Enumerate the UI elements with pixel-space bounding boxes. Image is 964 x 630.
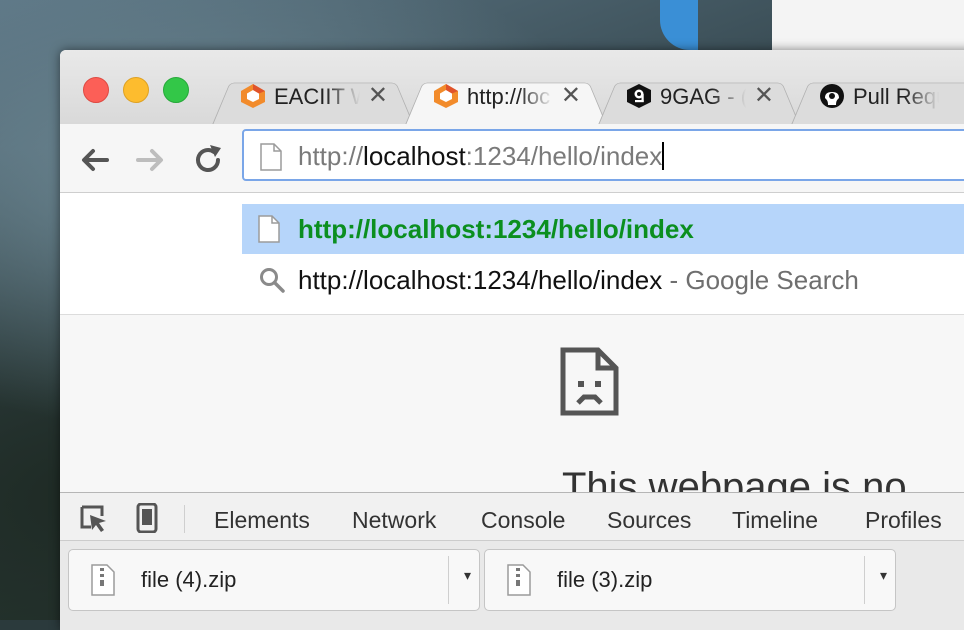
tab-9gag[interactable]: 9GAG - ( ✕ xyxy=(598,72,800,125)
url-host: localhost xyxy=(363,141,466,171)
inspect-element-icon[interactable] xyxy=(78,503,108,533)
sad-page-icon xyxy=(560,347,619,416)
download-item[interactable]: file (3).zip ▾ xyxy=(484,549,896,611)
eaciit-logo-icon xyxy=(434,84,458,108)
devtools-tab-profiles[interactable]: Profiles xyxy=(865,507,942,534)
chevron-down-icon[interactable]: ▾ xyxy=(464,567,471,584)
download-filename: file (4).zip xyxy=(141,567,237,592)
page-content: This webpage is no xyxy=(60,315,964,492)
tab-localhost[interactable]: http://loc ✕ xyxy=(405,72,607,125)
forward-arrow-icon[interactable] xyxy=(132,142,168,178)
devtools-tab-console[interactable]: Console xyxy=(481,507,565,534)
zip-file-icon xyxy=(507,564,531,596)
download-divider xyxy=(448,556,449,604)
zip-file-icon xyxy=(91,564,115,596)
reload-icon[interactable] xyxy=(190,142,226,178)
eaciit-logo-icon xyxy=(241,84,265,108)
tab-pull-requests[interactable]: Pull Requ xyxy=(791,72,964,125)
download-divider xyxy=(864,556,865,604)
back-arrow-icon[interactable] xyxy=(77,142,113,178)
search-icon xyxy=(260,268,285,293)
devtools-divider xyxy=(184,505,185,533)
text-caret xyxy=(662,142,665,170)
chevron-down-icon[interactable]: ▾ xyxy=(880,567,887,584)
tab-close-icon[interactable]: ✕ xyxy=(368,81,388,110)
suggestion-text: http://localhost:1234/hello/index xyxy=(298,214,694,244)
tab-close-icon[interactable]: ✕ xyxy=(561,81,581,110)
github-icon xyxy=(820,84,844,108)
downloads-shelf: file (4).zip ▾ file (3).zip ▾ xyxy=(60,540,964,630)
tab-eaciit[interactable]: EACIIT W ✕ xyxy=(212,72,414,125)
browser-window: EACIIT W ✕ http://loc ✕ 9GAG - xyxy=(60,50,964,630)
9gag-logo-icon xyxy=(627,84,651,108)
window-minimize-button[interactable] xyxy=(123,77,149,103)
tab-title: http://loc xyxy=(467,84,551,109)
devtools-tab-network[interactable]: Network xyxy=(352,507,436,534)
address-text: http://localhost:1234/hello/index xyxy=(298,141,665,172)
omnibox-suggestions: http://localhost:1234/hello/index http:/… xyxy=(60,193,964,315)
device-mode-icon[interactable] xyxy=(136,503,158,533)
download-filename: file (3).zip xyxy=(557,567,653,592)
toolbar: http://localhost:1234/hello/index xyxy=(60,124,964,193)
error-heading: This webpage is no xyxy=(562,465,907,492)
suggestion-description: - Google Search xyxy=(662,265,859,295)
window-close-button[interactable] xyxy=(83,77,109,103)
devtools-tab-sources[interactable]: Sources xyxy=(607,507,691,534)
page-icon xyxy=(258,215,280,243)
tab-title: EACIIT W xyxy=(274,84,360,109)
address-bar[interactable]: http://localhost:1234/hello/index xyxy=(242,129,964,181)
devtools-tab-timeline[interactable]: Timeline xyxy=(732,507,818,534)
devtools-toolbar: Elements Network Console Sources Timelin… xyxy=(60,492,964,541)
tab-title: Pull Requ xyxy=(853,84,939,109)
page-icon xyxy=(260,143,282,171)
url-path: :1234/hello/index xyxy=(465,141,663,171)
devtools-tab-elements[interactable]: Elements xyxy=(214,507,310,534)
background-window xyxy=(772,0,964,50)
suggestion-url[interactable]: http://localhost:1234/hello/index xyxy=(242,204,964,254)
suggestion-search[interactable]: http://localhost:1234/hello/index - Goog… xyxy=(242,255,964,305)
window-maximize-button[interactable] xyxy=(163,77,189,103)
tab-strip: EACIIT W ✕ http://loc ✕ 9GAG - xyxy=(60,50,964,125)
tab-close-icon[interactable]: ✕ xyxy=(754,81,774,110)
url-scheme: http:// xyxy=(298,141,364,171)
tab-title: 9GAG - ( xyxy=(660,84,746,109)
suggestion-text: http://localhost:1234/hello/index xyxy=(298,265,663,295)
download-item[interactable]: file (4).zip ▾ xyxy=(68,549,480,611)
